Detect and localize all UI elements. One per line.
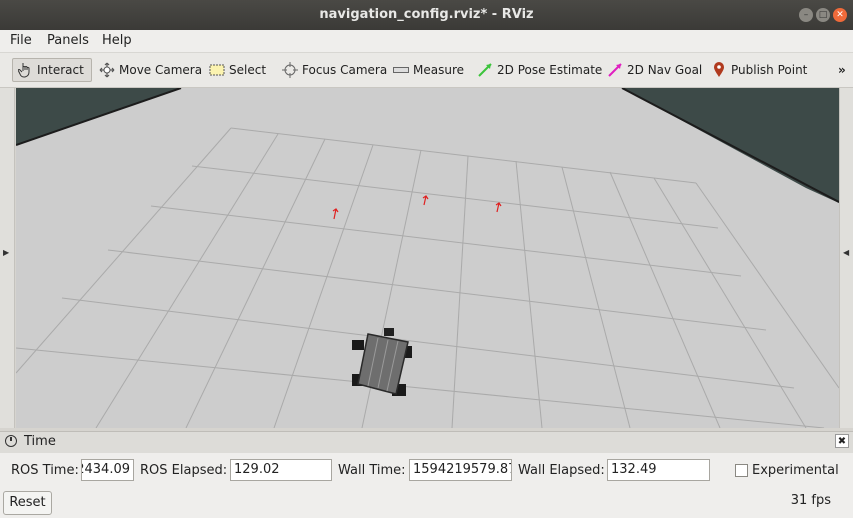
pose-estimate-label: 2D Pose Estimate [497,63,603,77]
focus-camera-tool-button[interactable]: Focus Camera [278,58,391,82]
select-tool-button[interactable]: Select [205,58,270,82]
pose-estimate-tool-button[interactable]: 2D Pose Estimate [473,58,606,82]
move-arrows-icon [99,62,115,78]
time-panel: ROS Time: 2434.09 ROS Elapsed: 129.02 Wa… [0,453,853,518]
arrow-right-icon: ▶ [3,248,10,257]
select-label: Select [229,63,267,77]
publish-point-tool-button[interactable]: Publish Point [707,58,811,82]
title-bar: navigation_config.rviz* - RViz – □ ✕ [0,0,853,30]
nav-goal-label: 2D Nav Goal [627,63,703,77]
focus-camera-label: Focus Camera [302,63,388,77]
wall-time-field[interactable]: 1594219579.87 [409,459,512,481]
right-panel-toggle[interactable]: ◀ [839,88,853,428]
interact-label: Interact [37,63,84,77]
selection-rectangle-icon [209,62,225,78]
minimize-icon[interactable]: – [799,8,813,22]
close-icon[interactable]: ✕ [833,8,847,22]
fps-readout: 31 fps [790,493,831,508]
experimental-checkbox[interactable] [735,464,748,477]
clock-icon [5,435,17,447]
ros-time-field[interactable]: 2434.09 [81,459,134,481]
map-pin-icon [711,62,727,78]
crosshair-icon [282,62,298,78]
ros-elapsed-field[interactable]: 129.02 [230,459,332,481]
toolbar-overflow-button[interactable]: » [834,58,850,82]
wall-elapsed-label: Wall Elapsed: [518,463,605,478]
time-panel-header: Time ✖ [0,431,853,454]
wall-time-label: Wall Time: [338,463,406,478]
maximize-icon[interactable]: □ [816,8,830,22]
measure-label: Measure [413,63,464,77]
wall-elapsed-field[interactable]: 132.49 [607,459,710,481]
publish-point-label: Publish Point [731,63,808,77]
arrow-left-icon: ◀ [843,248,850,257]
measure-tool-button[interactable]: Measure [389,58,468,82]
interact-tool-button[interactable]: Interact [12,58,92,82]
experimental-label: Experimental [752,463,839,478]
left-panel-toggle[interactable]: ▶ [0,88,15,428]
magenta-arrow-icon [607,62,623,78]
3d-viewport[interactable] [16,88,839,428]
move-camera-label: Move Camera [119,63,203,77]
ros-time-label: ROS Time: [11,463,79,478]
menu-panels[interactable]: Panels [47,33,89,48]
time-panel-title: Time [24,434,56,449]
toolbar: Interact Move Camera Select Focus Camera… [0,53,853,88]
hand-pointer-icon [17,62,33,78]
scene-render [16,88,839,428]
green-arrow-icon [477,62,493,78]
menu-file[interactable]: File [10,33,32,48]
nav-goal-tool-button[interactable]: 2D Nav Goal [603,58,706,82]
ruler-icon [393,62,409,78]
menu-bar: File Panels Help [0,30,853,53]
close-panel-icon[interactable]: ✖ [835,434,849,448]
window-title: navigation_config.rviz* - RViz [319,7,534,22]
menu-help[interactable]: Help [102,33,132,48]
move-camera-tool-button[interactable]: Move Camera [95,58,206,82]
ros-elapsed-label: ROS Elapsed: [140,463,228,478]
reset-button[interactable]: Reset [3,491,52,515]
